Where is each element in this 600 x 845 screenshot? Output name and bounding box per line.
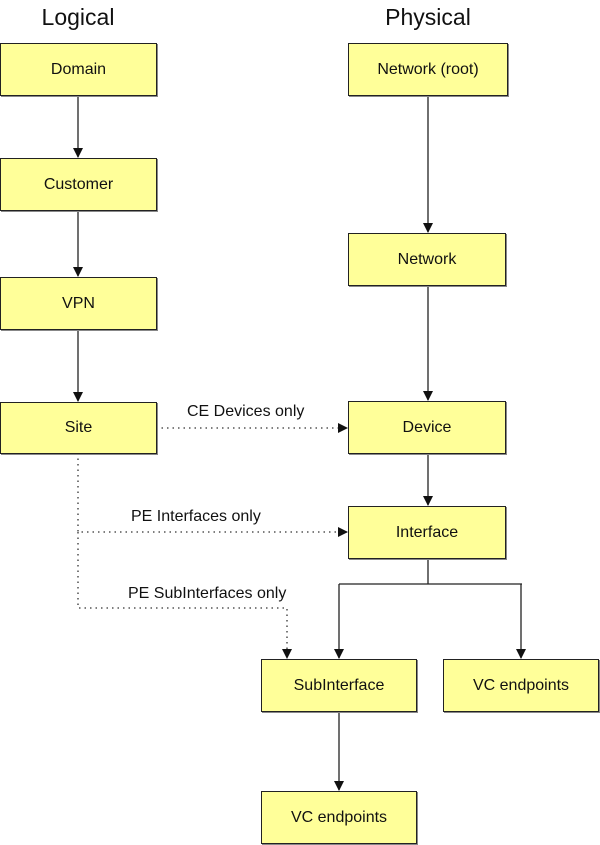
node-device-label: Device [402,418,452,436]
node-vpn-label: VPN [62,294,95,312]
edge-interface-branch [339,558,522,585]
node-subinterface: SubInterface [261,659,417,712]
node-interface: Interface [348,506,506,559]
node-network-label: Network [397,250,457,268]
edge-label-ce-devices: CE Devices only [187,403,305,420]
node-vc-endpoints-bottom-label: VC endpoints [290,808,388,826]
node-domain: Domain [0,43,157,96]
node-network: Network [348,233,506,286]
node-vc-endpoints-right: VC endpoints [443,659,599,712]
node-vc-endpoints-right-label: VC endpoints [472,676,570,694]
node-device: Device [348,401,506,454]
node-network-root: Network (root) [348,43,508,96]
node-vc-endpoints-bottom: VC endpoints [261,791,417,844]
node-interface-label: Interface [395,523,459,541]
node-site: Site [0,402,157,454]
node-customer: Customer [0,158,157,211]
node-customer-label: Customer [43,175,114,193]
node-vpn: VPN [0,277,157,330]
node-domain-label: Domain [50,60,107,78]
node-network-root-label: Network (root) [377,60,479,78]
edge-label-pe-subinterfaces: PE SubInterfaces only [128,585,287,602]
edge-label-pe-interfaces: PE Interfaces only [131,508,261,525]
node-subinterface-label: SubInterface [293,676,385,694]
node-site-label: Site [64,419,93,436]
